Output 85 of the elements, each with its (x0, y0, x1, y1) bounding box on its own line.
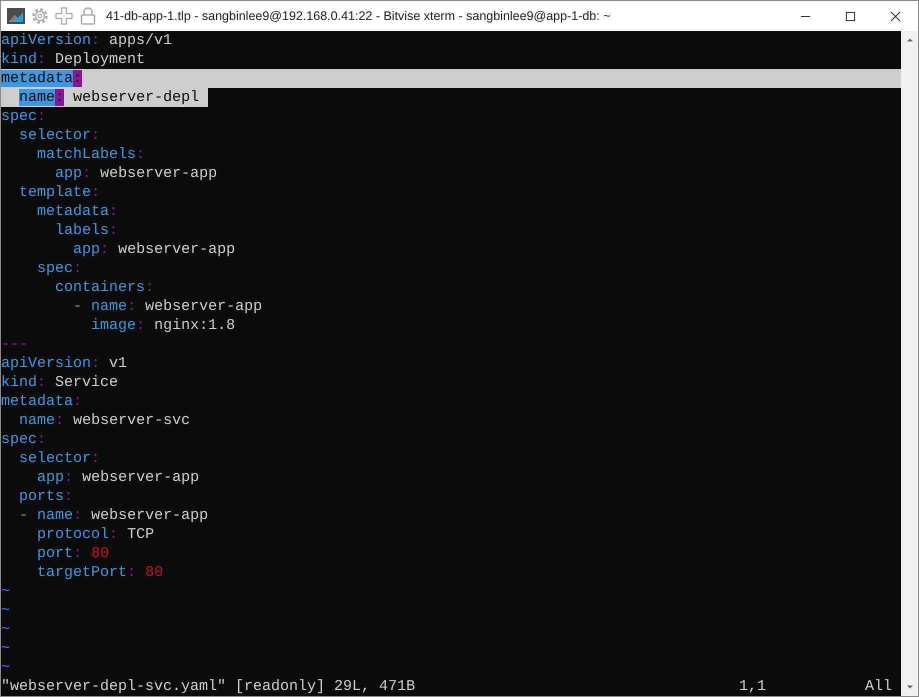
yaml-value: apps/v1 (109, 32, 172, 49)
yaml-key: template (19, 184, 92, 201)
colon: : (37, 108, 46, 125)
empty-line-tilde: ~ (1, 602, 10, 619)
yaml-key: name (19, 412, 56, 429)
colon: : (127, 564, 136, 581)
colon: : (37, 374, 46, 391)
document-separator: --- (1, 336, 28, 353)
empty-line-tilde: ~ (1, 640, 10, 657)
yaml-key: labels (55, 222, 110, 239)
yaml-key: selector (19, 127, 92, 144)
yaml-key: targetPort (37, 564, 128, 581)
yaml-key: name (19, 89, 56, 106)
yaml-key: apiVersion (1, 355, 92, 372)
yaml-key: metadata (1, 70, 74, 87)
yaml-key: name (37, 507, 74, 524)
colon: : (109, 526, 118, 543)
empty-line-tilde: ~ (1, 621, 10, 638)
colon: : (136, 146, 146, 163)
scrollbar[interactable] (901, 31, 918, 696)
number-value: 80 (145, 564, 164, 581)
empty-line-tilde: ~ (1, 659, 10, 676)
cursor-position: 1,1 (739, 677, 768, 696)
empty-line-tilde: ~ (1, 583, 10, 600)
app-icon[interactable] (6, 6, 26, 26)
colon: : (73, 260, 82, 277)
window-title: 41-db-app-1.tlp - sangbinlee9@192.168.0.41:22 - Bitvise xterm - sangbinlee9@app-1-db: ~ (106, 9, 611, 23)
colon: : (109, 222, 118, 239)
colon: : (145, 279, 154, 296)
colon: : (136, 317, 146, 334)
colon: : (91, 355, 100, 372)
colon: : (100, 241, 110, 258)
yaml-key: app (37, 469, 64, 486)
yaml-key: app (73, 241, 100, 258)
yaml-value: webserver-app (91, 507, 208, 524)
colon: : (73, 393, 82, 410)
yaml-value: TCP (127, 526, 154, 543)
status-message: "webserver-depl-svc.yaml" [readonly] 29L, 471B (1, 677, 416, 696)
yaml-value: webserver-depl (73, 89, 200, 106)
yaml-key: selector (19, 450, 92, 467)
colon: : (91, 127, 100, 144)
yaml-key: kind (1, 51, 38, 68)
yaml-value: webserver-svc (73, 412, 190, 429)
yaml-key: port (37, 545, 74, 562)
colon: : (127, 298, 136, 315)
colon: : (91, 32, 100, 49)
colon: : (37, 51, 46, 68)
yaml-key: spec (37, 260, 74, 277)
yaml-key: apiVersion (1, 32, 92, 49)
yaml-value: nginx:1.8 (154, 317, 236, 334)
yaml-key: name (91, 298, 128, 315)
yaml-value: webserver-app (100, 165, 218, 182)
colon: : (73, 70, 82, 87)
yaml-value: webserver-app (82, 469, 200, 486)
yaml-value: webserver-app (118, 241, 236, 258)
colon: : (82, 165, 92, 182)
number-value: 80 (91, 545, 110, 562)
yaml-key: metadata (37, 203, 110, 220)
colon: : (91, 450, 100, 467)
yaml-key: app (55, 165, 82, 182)
colon: : (73, 507, 82, 524)
colon: : (64, 488, 74, 505)
yaml-key: spec (1, 108, 38, 125)
yaml-value: webserver-app (145, 298, 262, 315)
colon: : (55, 89, 64, 106)
colon: : (55, 412, 64, 429)
yaml-key: ports (19, 488, 64, 505)
colon: : (64, 469, 74, 486)
list-dash: - (73, 298, 82, 315)
yaml-key: containers (55, 279, 146, 296)
colon: : (73, 545, 82, 562)
yaml-key: kind (1, 374, 38, 391)
yaml-key: image (91, 317, 136, 334)
colon: : (37, 431, 46, 448)
yaml-key: metadata (1, 393, 74, 410)
yaml-key: spec (1, 431, 38, 448)
scroll-indicator: All (865, 677, 892, 696)
yaml-value: Service (55, 374, 118, 391)
list-dash: - (19, 507, 28, 524)
yaml-key: matchLabels (37, 146, 136, 163)
yaml-value: v1 (109, 355, 128, 372)
yaml-key: protocol (37, 526, 110, 543)
colon: : (91, 184, 100, 201)
yaml-value: Deployment (55, 51, 146, 68)
colon: : (109, 203, 118, 220)
